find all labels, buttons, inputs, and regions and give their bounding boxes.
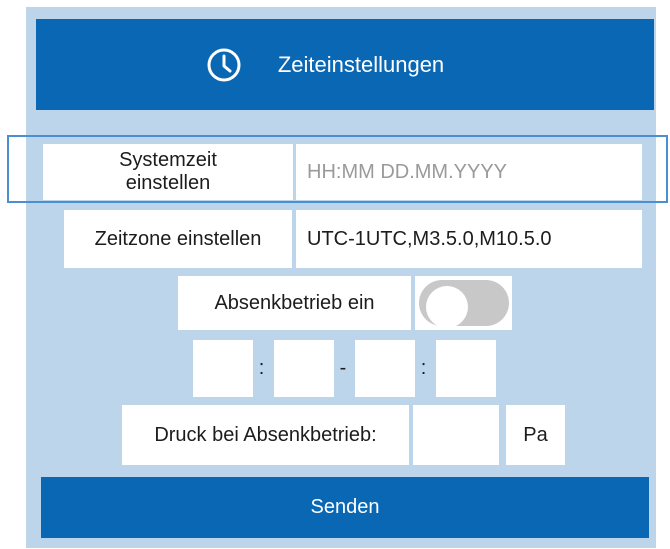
setback-end-minute-input[interactable] [436, 340, 496, 397]
system-time-label-line2: einstellen [125, 172, 211, 194]
timezone-input[interactable]: UTC-1UTC,M3.5.0,M10.5.0 [296, 210, 642, 268]
setback-start-minute-input[interactable] [274, 340, 334, 397]
clock-icon [207, 48, 241, 81]
pressure-input[interactable] [413, 405, 499, 465]
setback-toggle-track [419, 280, 509, 328]
setback-end-hour-input[interactable] [355, 340, 415, 397]
system-time-label: Systemzeit einstellen [43, 144, 293, 200]
range-separator: - [334, 340, 352, 397]
time-separator-start: : [258, 357, 265, 379]
system-time-placeholder: HH:MM DD.MM.YYYY [307, 160, 507, 183]
setback-start-hour-input[interactable] [193, 340, 253, 397]
system-time-input[interactable]: HH:MM DD.MM.YYYY [296, 144, 642, 200]
setback-toggle-knob [426, 286, 468, 328]
timezone-value: UTC-1UTC,M3.5.0,M10.5.0 [307, 227, 552, 250]
pressure-unit: Pa [506, 405, 565, 465]
setback-toggle[interactable] [415, 276, 512, 330]
pressure-label: Druck bei Absenkbetrieb: [122, 405, 409, 465]
header-bar: Zeiteinstellungen [36, 19, 654, 110]
system-time-label-line1: Systemzeit [119, 149, 217, 171]
setback-label: Absenkbetrieb ein [178, 276, 411, 330]
page-title: Zeiteinstellungen [277, 51, 445, 77]
range-separator-dash: - [339, 357, 347, 379]
setback-start-minute-field: : [253, 340, 270, 397]
time-separator-end-cell: : [415, 340, 432, 397]
timezone-label: Zeitzone einstellen [64, 210, 292, 268]
time-separator-end: : [420, 357, 427, 379]
send-button[interactable]: Senden [41, 477, 649, 538]
